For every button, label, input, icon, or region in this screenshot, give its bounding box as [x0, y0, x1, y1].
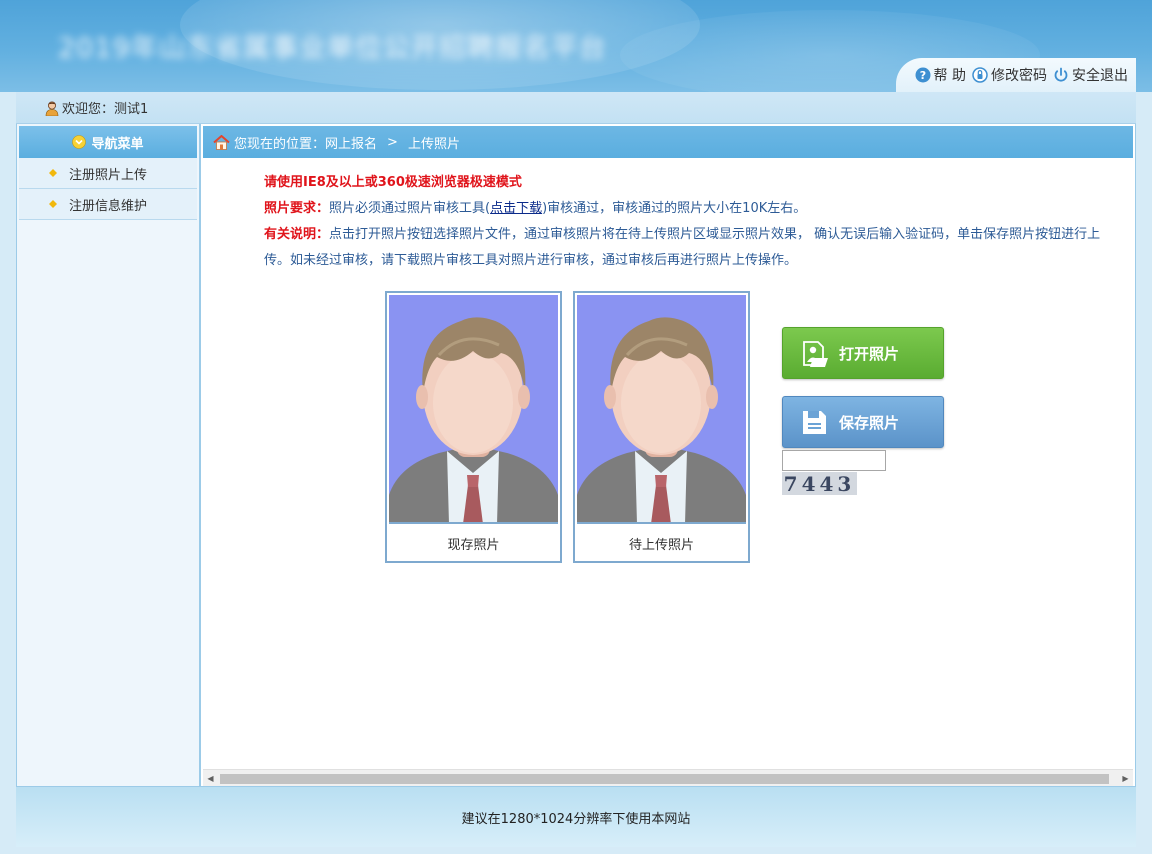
breadcrumb: 您现在的位置： 网上报名 > 上传照片 [203, 126, 1133, 158]
header-banner: 2019年山东省属事业单位公开招聘报名平台 ? 帮 助 修改密码 安全退出 [0, 0, 1152, 92]
sidebar: 导航菜单 注册照片上传 注册信息维护 [16, 124, 200, 787]
change-password-label: 修改密码 [991, 68, 1047, 84]
requirement-text: 照片必须通过照片审核工具( [329, 201, 491, 216]
site-title: 2019年山东省属事业单位公开招聘报名平台 [58, 33, 607, 64]
main-panel: 您现在的位置： 网上报名 > 上传照片 请使用IE8及以上或360极速浏览器极速… [200, 124, 1136, 787]
requirement-label: 照片要求： [264, 201, 330, 216]
description-text: 点击打开照片按钮选择照片文件，通过审核照片将在待上传照片区域显示照片效果， 确认… [264, 227, 1101, 268]
diamond-bullet-icon [49, 169, 57, 177]
avatar-placeholder-icon [389, 317, 558, 522]
current-photo-caption: 现存照片 [447, 537, 500, 553]
welcome-bar: 欢迎您：测试1 [16, 92, 1136, 124]
open-photo-button[interactable]: 打开照片 [782, 327, 944, 379]
scrollbar-thumb[interactable] [220, 774, 1109, 784]
user-icon [45, 101, 59, 116]
save-photo-button[interactable]: 保存照片 [782, 396, 944, 448]
save-icon [803, 411, 826, 434]
sidebar-item-label: 注册照片上传 [69, 167, 148, 183]
download-tool-link[interactable]: 点击下载 [490, 201, 542, 216]
home-icon [213, 134, 230, 150]
photo-requirement: 照片要求：照片必须通过照片审核工具(点击下载)审核通过，审核通过的照片大小在10… [264, 196, 1112, 222]
footer-text: 建议在1280*1024分辨率下使用本网站 [461, 811, 691, 827]
instructions: 请使用IE8及以上或360极速浏览器极速模式 照片要求：照片必须通过照片审核工具… [264, 170, 1112, 274]
horizontal-scrollbar[interactable]: ◀ ▶ [203, 769, 1133, 786]
current-photo [389, 295, 558, 524]
help-icon: ? [915, 67, 931, 83]
browser-notice: 请使用IE8及以上或360极速浏览器极速模式 [264, 175, 522, 190]
power-icon [1054, 67, 1068, 82]
open-photo-label: 打开照片 [839, 344, 900, 363]
current-photo-frame: 现存照片 [385, 291, 562, 563]
upload-description: 有关说明：点击打开照片按钮选择照片文件，通过审核照片将在待上传照片区域显示照片效… [264, 222, 1112, 274]
breadcrumb-separator: > [387, 134, 398, 150]
diamond-bullet-icon [49, 200, 57, 208]
sidebar-item-info-maintenance[interactable]: 注册信息维护 [19, 189, 197, 220]
sidebar-item-photo-upload[interactable]: 注册照片上传 [19, 158, 197, 189]
open-photo-icon [803, 341, 828, 367]
breadcrumb-prefix: 您现在的位置： [234, 136, 326, 152]
avatar-placeholder-icon [577, 317, 746, 522]
captcha-input[interactable] [782, 450, 886, 471]
description-label: 有关说明： [264, 227, 330, 242]
help-link[interactable]: ? 帮 助 [915, 65, 966, 85]
scroll-right-icon[interactable]: ▶ [1118, 770, 1133, 787]
key-icon [972, 67, 988, 83]
header-toolbar: ? 帮 助 修改密码 安全退出 [896, 58, 1136, 92]
nav-menu-title: 导航菜单 [91, 136, 144, 152]
change-password-link[interactable]: 修改密码 [972, 65, 1047, 85]
footer: 建议在1280*1024分辨率下使用本网站 [16, 787, 1136, 847]
logout-link[interactable]: 安全退出 [1053, 65, 1128, 85]
help-label: 帮 助 [933, 68, 966, 84]
requirement-text: )审核通过，审核通过的照片大小在10K左右。 [542, 201, 807, 216]
svg-text:?: ? [919, 69, 925, 82]
welcome-text: 欢迎您：测试1 [62, 102, 149, 117]
sidebar-item-label: 注册信息维护 [69, 198, 148, 214]
chevron-down-icon [72, 135, 87, 149]
pending-photo-caption: 待上传照片 [628, 537, 694, 553]
breadcrumb-item: 上传照片 [407, 136, 460, 152]
captcha-image[interactable]: 7443 [782, 472, 857, 496]
pending-photo [577, 295, 746, 524]
save-photo-label: 保存照片 [839, 413, 900, 432]
scroll-left-icon[interactable]: ◀ [203, 770, 218, 787]
nav-menu-header[interactable]: 导航菜单 [19, 126, 197, 158]
pending-photo-frame: 待上传照片 [573, 291, 750, 563]
logout-label: 安全退出 [1072, 68, 1128, 84]
breadcrumb-item[interactable]: 网上报名 [325, 133, 377, 152]
